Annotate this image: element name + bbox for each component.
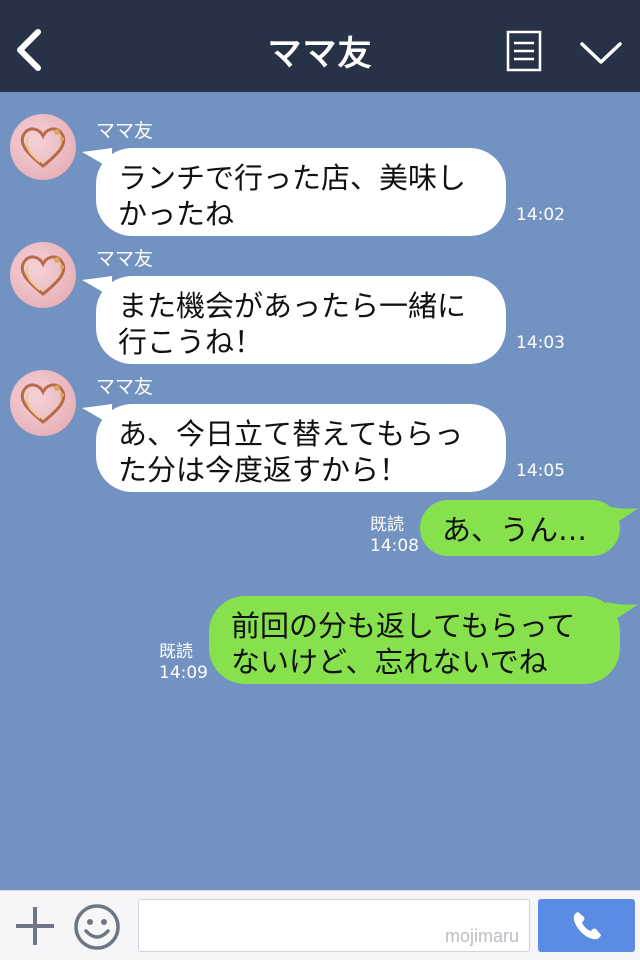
sender-name: ママ友 (96, 376, 154, 398)
message-line: ないけど、忘れないでね (231, 645, 548, 679)
avatar[interactable] (10, 114, 76, 180)
chevron-down-icon[interactable] (578, 38, 624, 68)
chat-header: ママ友 (0, 0, 640, 92)
sender-name: ママ友 (96, 120, 154, 142)
read-receipt: 既読 14:09 (159, 642, 208, 684)
document-icon[interactable] (506, 30, 542, 72)
watermark-text: mojimaru (444, 926, 519, 946)
message-time: 14:03 (516, 333, 565, 353)
avatar[interactable] (10, 242, 76, 308)
message-bubble[interactable]: また機会があったら一緒に 行こうね！ (96, 276, 506, 364)
plus-icon[interactable] (14, 905, 56, 947)
phone-icon (573, 912, 601, 940)
read-label: 既読 (159, 642, 193, 662)
message-line: ランチで行った店、美味し (118, 161, 467, 195)
message-bubble[interactable]: あ、今日立て替えてもらっ た分は今度返すから！ (96, 404, 506, 492)
sender-name: ママ友 (96, 248, 154, 270)
message-time: 14:09 (159, 663, 208, 683)
message-bubble[interactable]: あ、うん… (420, 500, 620, 556)
avatar[interactable] (10, 370, 76, 436)
message-line: あ、うん… (442, 513, 588, 547)
read-receipt: 既読 14:08 (370, 515, 419, 557)
heart-ring-icon (20, 383, 66, 424)
heart-ring-icon (20, 255, 66, 296)
message-line: 前回の分も返してもらって (231, 609, 576, 643)
smiley-icon[interactable] (73, 903, 121, 951)
message-time: 14:02 (516, 205, 565, 225)
message-line: また機会があったら一緒に (118, 289, 467, 323)
call-button[interactable] (538, 899, 635, 952)
read-label: 既読 (370, 515, 404, 535)
chat-title: ママ友 (267, 34, 373, 74)
message-line: かったね (118, 197, 235, 231)
message-line: あ、今日立て替えてもらっ (118, 417, 464, 451)
message-bubble[interactable]: 前回の分も返してもらって ないけど、忘れないでね (209, 596, 620, 684)
message-bubble[interactable]: ランチで行った店、美味し かったね (96, 148, 506, 236)
message-line: 行こうね！ (118, 325, 264, 359)
input-toolbar: mojimaru (0, 890, 640, 960)
message-time: 14:05 (516, 461, 565, 481)
chat-screen: ママ友 ママ友 ランチで行った店、美味し かったね 14:02 ママ友 また機会… (0, 0, 640, 960)
heart-ring-icon (20, 127, 66, 168)
message-line: た分は今度返すから！ (118, 453, 409, 487)
message-input[interactable]: mojimaru (138, 899, 530, 952)
message-time: 14:08 (370, 536, 419, 556)
